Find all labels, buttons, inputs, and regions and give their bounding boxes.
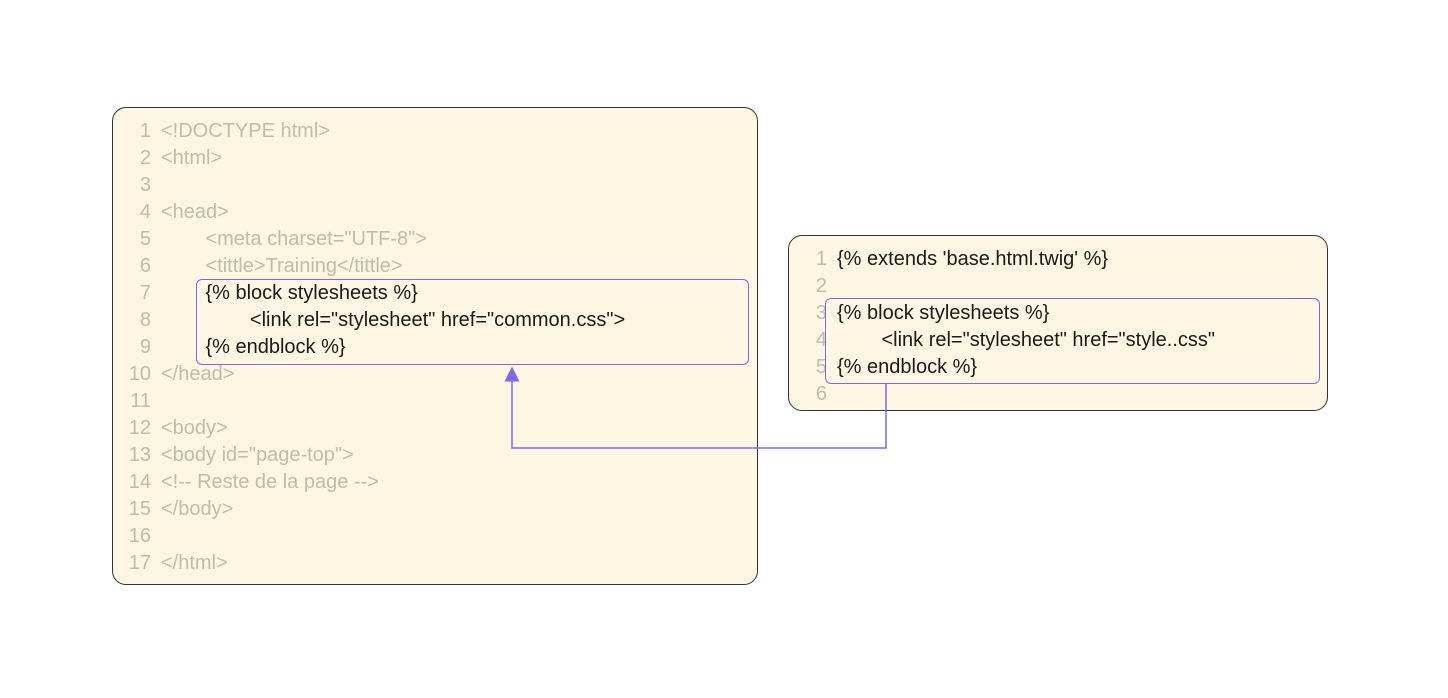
code-text: <html> xyxy=(161,145,222,172)
code-text: {% block stylesheets %} xyxy=(837,300,1049,327)
code-text: </body> xyxy=(161,496,233,523)
line-number: 15 xyxy=(121,496,161,523)
line-number: 11 xyxy=(121,388,161,415)
code-line: 4 <link rel="stylesheet" href="style..cs… xyxy=(797,327,1311,354)
code-text: <meta charset="UTF-8"> xyxy=(161,226,427,253)
code-line: 5 <meta charset="UTF-8"> xyxy=(121,226,741,253)
code-line: 5{% endblock %} xyxy=(797,354,1311,381)
code-text: {% endblock %} xyxy=(837,354,977,381)
child-template-panel: 1{% extends 'base.html.twig' %}23{% bloc… xyxy=(788,235,1328,411)
line-number: 10 xyxy=(121,361,161,388)
code-text: <body id="page-top"> xyxy=(161,442,354,469)
code-line: 3{% block stylesheets %} xyxy=(797,300,1311,327)
code-text: {% block stylesheets %} xyxy=(161,280,418,307)
code-text: {% extends 'base.html.twig' %} xyxy=(837,246,1108,273)
code-line: 14<!-- Reste de la page --> xyxy=(121,469,741,496)
line-number: 16 xyxy=(121,523,161,550)
line-number: 13 xyxy=(121,442,161,469)
line-number: 2 xyxy=(121,145,161,172)
code-line: 10</head> xyxy=(121,361,741,388)
code-text: <tittle>Training</tittle> xyxy=(161,253,403,280)
line-number: 4 xyxy=(797,327,837,354)
code-block-left: 1<!DOCTYPE html>2<html>34<head>5 <meta c… xyxy=(121,118,741,577)
code-line: 1{% extends 'base.html.twig' %} xyxy=(797,246,1311,273)
code-block-right: 1{% extends 'base.html.twig' %}23{% bloc… xyxy=(797,246,1311,408)
line-number: 17 xyxy=(121,550,161,577)
code-line: 8 <link rel="stylesheet" href="common.cs… xyxy=(121,307,741,334)
code-text: <!-- Reste de la page --> xyxy=(161,469,379,496)
line-number: 3 xyxy=(797,300,837,327)
code-line: 3 xyxy=(121,172,741,199)
code-line: 2 xyxy=(797,273,1311,300)
code-line: 6 xyxy=(797,381,1311,408)
line-number: 1 xyxy=(121,118,161,145)
line-number: 7 xyxy=(121,280,161,307)
code-line: 6 <tittle>Training</tittle> xyxy=(121,253,741,280)
code-text: <body> xyxy=(161,415,228,442)
code-line: 9 {% endblock %} xyxy=(121,334,741,361)
line-number: 6 xyxy=(797,381,837,408)
code-text: </head> xyxy=(161,361,234,388)
base-template-panel: 1<!DOCTYPE html>2<html>34<head>5 <meta c… xyxy=(112,107,758,585)
code-line: 15</body> xyxy=(121,496,741,523)
code-line: 7 {% block stylesheets %} xyxy=(121,280,741,307)
line-number: 3 xyxy=(121,172,161,199)
code-text: </html> xyxy=(161,550,228,577)
code-line: 11 xyxy=(121,388,741,415)
code-line: 2<html> xyxy=(121,145,741,172)
code-line: 4<head> xyxy=(121,199,741,226)
code-text: {% endblock %} xyxy=(161,334,346,361)
code-text: <head> xyxy=(161,199,229,226)
code-text: <link rel="stylesheet" href="style..css" xyxy=(837,327,1215,354)
line-number: 5 xyxy=(121,226,161,253)
line-number: 9 xyxy=(121,334,161,361)
code-text: <!DOCTYPE html> xyxy=(161,118,330,145)
line-number: 2 xyxy=(797,273,837,300)
line-number: 4 xyxy=(121,199,161,226)
line-number: 5 xyxy=(797,354,837,381)
line-number: 12 xyxy=(121,415,161,442)
line-number: 8 xyxy=(121,307,161,334)
line-number: 1 xyxy=(797,246,837,273)
code-line: 16 xyxy=(121,523,741,550)
line-number: 14 xyxy=(121,469,161,496)
code-line: 1<!DOCTYPE html> xyxy=(121,118,741,145)
code-line: 12<body> xyxy=(121,415,741,442)
code-line: 17</html> xyxy=(121,550,741,577)
code-line: 13<body id="page-top"> xyxy=(121,442,741,469)
code-text: <link rel="stylesheet" href="common.css"… xyxy=(161,307,625,334)
line-number: 6 xyxy=(121,253,161,280)
